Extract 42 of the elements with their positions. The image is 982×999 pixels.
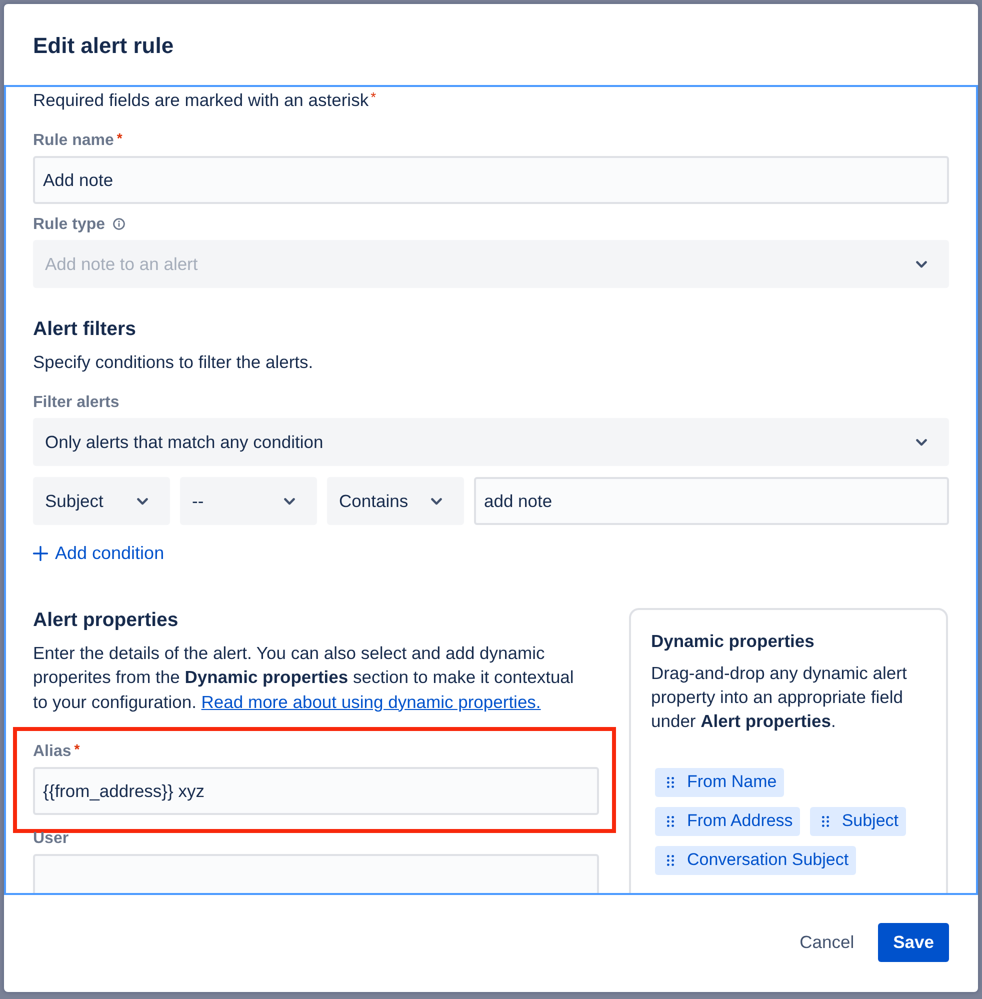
required-asterisk: * <box>370 89 376 105</box>
chevron-down-icon <box>137 498 148 504</box>
section-heading: Alert filters <box>33 317 137 341</box>
section-description: Enter the details of the alert. You can also select and add dynamic properites from the Dynamic properties section to make it contextual to your configuration. Read more about using dynamic properties. <box>33 642 575 714</box>
drag-handle-icon <box>667 816 674 826</box>
dialog-title: Edit alert rule <box>33 32 174 60</box>
select-dropdown[interactable]: Only alerts that match any condition <box>33 418 949 466</box>
text-input[interactable] <box>33 854 599 893</box>
chevron-down-icon <box>916 260 927 268</box>
plus-icon <box>33 546 48 560</box>
drag-handle-icon <box>667 776 674 788</box>
drag-handle-icon <box>822 816 829 826</box>
select-dropdown[interactable]: Subject <box>33 477 170 525</box>
required-asterisk: * <box>74 743 80 755</box>
required-note: Required fields are marked with an asterisk <box>33 90 369 110</box>
field-label: Filter alerts <box>33 394 120 411</box>
select-dropdown[interactable]: -- <box>180 477 317 525</box>
property-chip[interactable]: Conversation Subject <box>655 846 856 874</box>
add-condition-link[interactable]: Add condition <box>33 543 164 563</box>
field-label: User <box>33 830 69 847</box>
chevron-down-icon <box>916 438 927 446</box>
chevron-down-icon <box>431 498 442 504</box>
save-button[interactable]: Save <box>878 923 949 962</box>
cancel-button[interactable]: Cancel <box>788 923 866 962</box>
section-description: Specify conditions to filter the alerts. <box>33 352 314 372</box>
docs-link[interactable]: Read more about using dynamic properties. <box>201 692 541 712</box>
card-heading: Dynamic properties <box>651 630 816 650</box>
required-asterisk: * <box>116 132 122 144</box>
drag-handle-icon <box>667 854 674 866</box>
field-label: Rule name <box>33 132 114 149</box>
chevron-down-icon <box>284 498 295 504</box>
field-label: Rule type <box>33 216 106 233</box>
card-description: Drag-and-drop any dynamic alert property into an appropriate field under Alert properties. <box>651 662 908 732</box>
property-chip[interactable]: From Address <box>655 806 800 836</box>
property-chip[interactable]: From Name <box>655 768 784 796</box>
text-input[interactable]: add note <box>474 477 949 525</box>
text-input[interactable]: {{from_address}} xyz <box>33 767 599 815</box>
text-input[interactable]: Add note <box>33 156 949 204</box>
property-chip[interactable]: Subject <box>810 806 906 836</box>
select-dropdown[interactable]: Contains <box>327 477 464 525</box>
field-label: Alias <box>33 743 72 760</box>
section-heading: Alert properties <box>33 608 180 632</box>
